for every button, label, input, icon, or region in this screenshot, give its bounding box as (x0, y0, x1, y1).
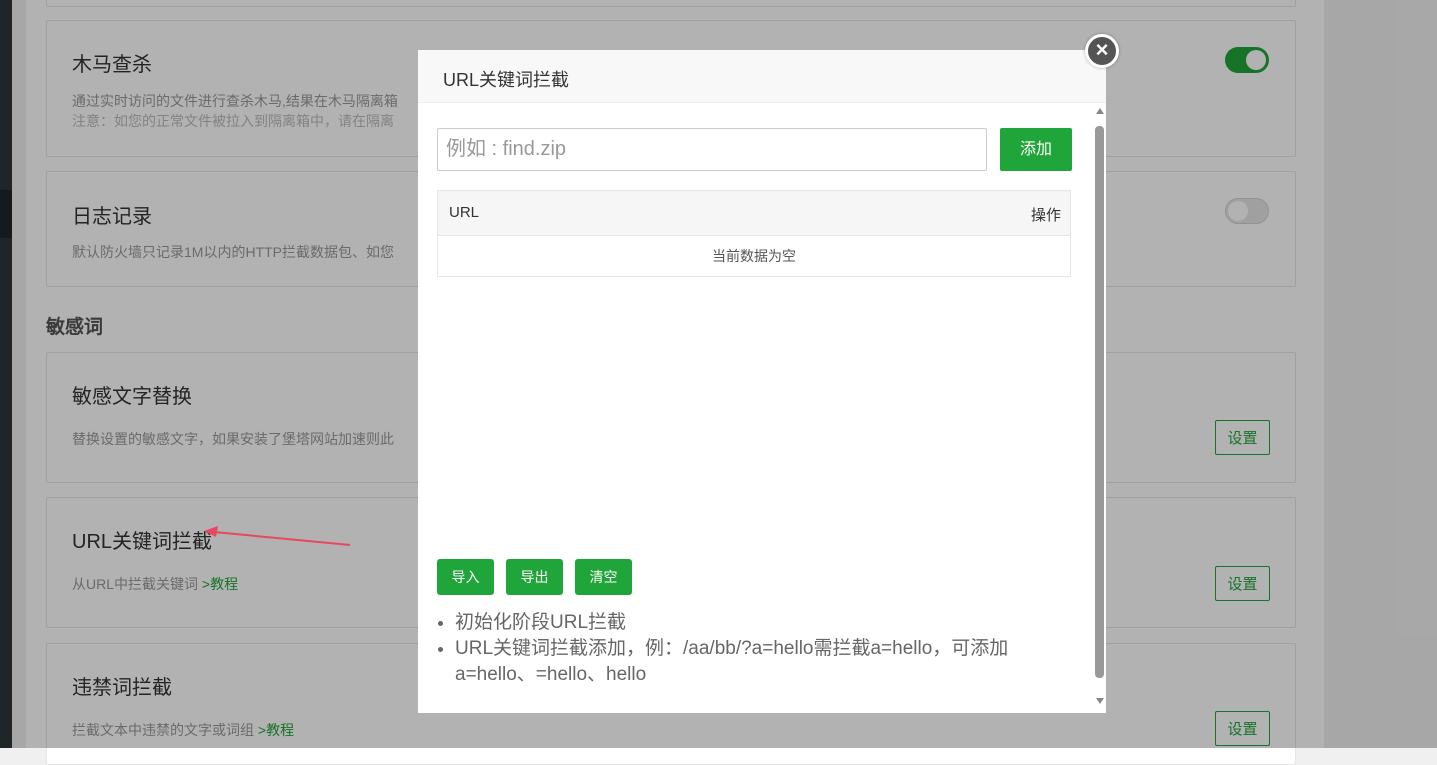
url-keyword-input[interactable] (437, 128, 987, 171)
clear-button[interactable]: 清空 (575, 559, 632, 595)
table-empty-message: 当前数据为空 (712, 248, 796, 264)
dialog-scrollbar[interactable] (1094, 108, 1106, 708)
import-button[interactable]: 导入 (437, 559, 494, 595)
export-button[interactable]: 导出 (506, 559, 563, 595)
column-header-actions: 操作 (1030, 207, 1061, 224)
dialog-title: URL关键词拦截 (443, 70, 570, 90)
list-item: URL关键词拦截添加，例：/aa/bb/?a=hello需拦截a=hello，可… (455, 636, 1085, 688)
url-block-dialog: URL关键词拦截 添加 URL 操作 当前数据为空 导入 导出 清空 初始化阶段… (418, 50, 1106, 713)
add-button[interactable]: 添加 (1000, 128, 1072, 171)
scroll-thumb[interactable] (1095, 126, 1104, 678)
scroll-up-arrow-icon[interactable] (1096, 108, 1104, 114)
annotation-arrow-icon (204, 526, 351, 546)
dialog-header: URL关键词拦截 (418, 50, 1106, 103)
url-table: URL 操作 当前数据为空 (437, 190, 1071, 277)
list-item: 初始化阶段URL拦截 (455, 610, 1085, 636)
tips-list: 初始化阶段URL拦截 URL关键词拦截添加，例：/aa/bb/?a=hello需… (437, 610, 1085, 688)
column-header-url: URL (449, 204, 480, 221)
scroll-down-arrow-icon[interactable] (1096, 698, 1104, 704)
close-icon[interactable]: × (1085, 34, 1119, 68)
table-header: URL 操作 (438, 191, 1070, 236)
